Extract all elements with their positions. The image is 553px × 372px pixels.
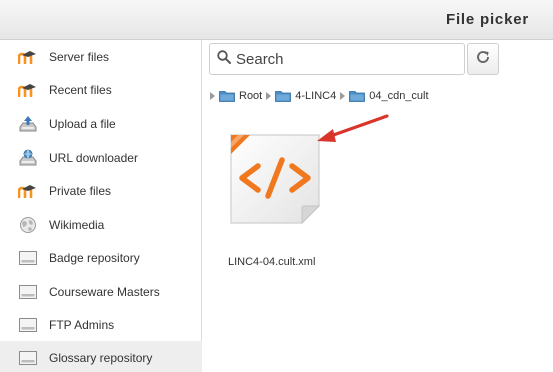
sidebar-item-glossary-repository[interactable]: Glossary repository xyxy=(0,341,202,372)
sidebar-item-label: Upload a file xyxy=(49,116,116,131)
xml-file-icon xyxy=(228,132,322,226)
sidebar-item-private-files[interactable]: Private files xyxy=(0,174,202,207)
sidebar-item-label: Private files xyxy=(49,183,112,198)
folder-icon xyxy=(349,90,366,102)
sidebar-item-label: Badge repository xyxy=(49,250,140,265)
breadcrumb-item-root[interactable]: Root xyxy=(239,90,262,102)
refresh-icon xyxy=(475,49,491,70)
sidebar-item-recent-files[interactable]: Recent files xyxy=(0,73,202,106)
repository-icon xyxy=(17,316,39,334)
title-bar: File picker xyxy=(0,0,553,40)
folder-icon xyxy=(219,90,235,102)
sidebar-item-label: Wikimedia xyxy=(49,217,105,232)
folder-icon xyxy=(275,90,292,102)
sidebar-item-url-downloader[interactable]: URL downloader xyxy=(0,141,202,174)
breadcrumb-item-04-cdn-cult[interactable]: 04_cdn_cult xyxy=(369,90,428,102)
sidebar-item-ftp-admins[interactable]: FTP Admins xyxy=(0,308,202,341)
repository-icon xyxy=(17,349,39,367)
sidebar-item-badge-repository[interactable]: Badge repository xyxy=(0,241,202,274)
breadcrumb-item-4-linc4[interactable]: 4-LINC4 xyxy=(295,90,336,102)
search-box[interactable] xyxy=(209,43,465,75)
sidebar-item-label: URL downloader xyxy=(49,150,138,165)
repository-sidebar: Server files Recent files Upload a file xyxy=(0,40,202,372)
file-name-label: LINC4-04.cult.xml xyxy=(228,256,316,268)
url-downloader-icon xyxy=(17,149,39,167)
upload-icon xyxy=(17,115,39,133)
moodle-icon xyxy=(17,81,39,99)
breadcrumb-arrow-icon xyxy=(266,92,272,100)
breadcrumb-arrow-icon xyxy=(210,92,215,100)
window-title: File picker xyxy=(445,11,529,28)
sidebar-item-upload-a-file[interactable]: Upload a file xyxy=(0,107,202,140)
search-input[interactable] xyxy=(236,50,446,68)
moodle-icon xyxy=(17,48,39,66)
annotation-arrow-icon xyxy=(317,114,389,142)
repository-icon xyxy=(17,249,39,267)
sidebar-item-wikimedia[interactable]: Wikimedia xyxy=(0,208,202,241)
wikimedia-globe-icon xyxy=(17,216,39,234)
sidebar-item-label: Recent files xyxy=(49,82,112,97)
sidebar-item-courseware-masters[interactable]: Courseware Masters xyxy=(0,275,202,308)
sidebar-item-server-files[interactable]: Server files xyxy=(0,40,202,73)
breadcrumb: Root 4-LINC4 04_cdn_cult xyxy=(206,88,429,104)
repository-icon xyxy=(17,283,39,301)
moodle-icon xyxy=(17,182,39,200)
sidebar-item-label: FTP Admins xyxy=(49,317,115,332)
refresh-button[interactable] xyxy=(467,43,499,75)
sidebar-item-label: Glossary repository xyxy=(49,350,153,365)
breadcrumb-arrow-icon xyxy=(340,92,346,100)
sidebar-item-label: Courseware Masters xyxy=(49,284,160,299)
sidebar-item-label: Server files xyxy=(49,49,110,64)
search-icon xyxy=(217,49,231,69)
file-browser-pane: Root 4-LINC4 04_cdn_cult xyxy=(203,40,553,372)
